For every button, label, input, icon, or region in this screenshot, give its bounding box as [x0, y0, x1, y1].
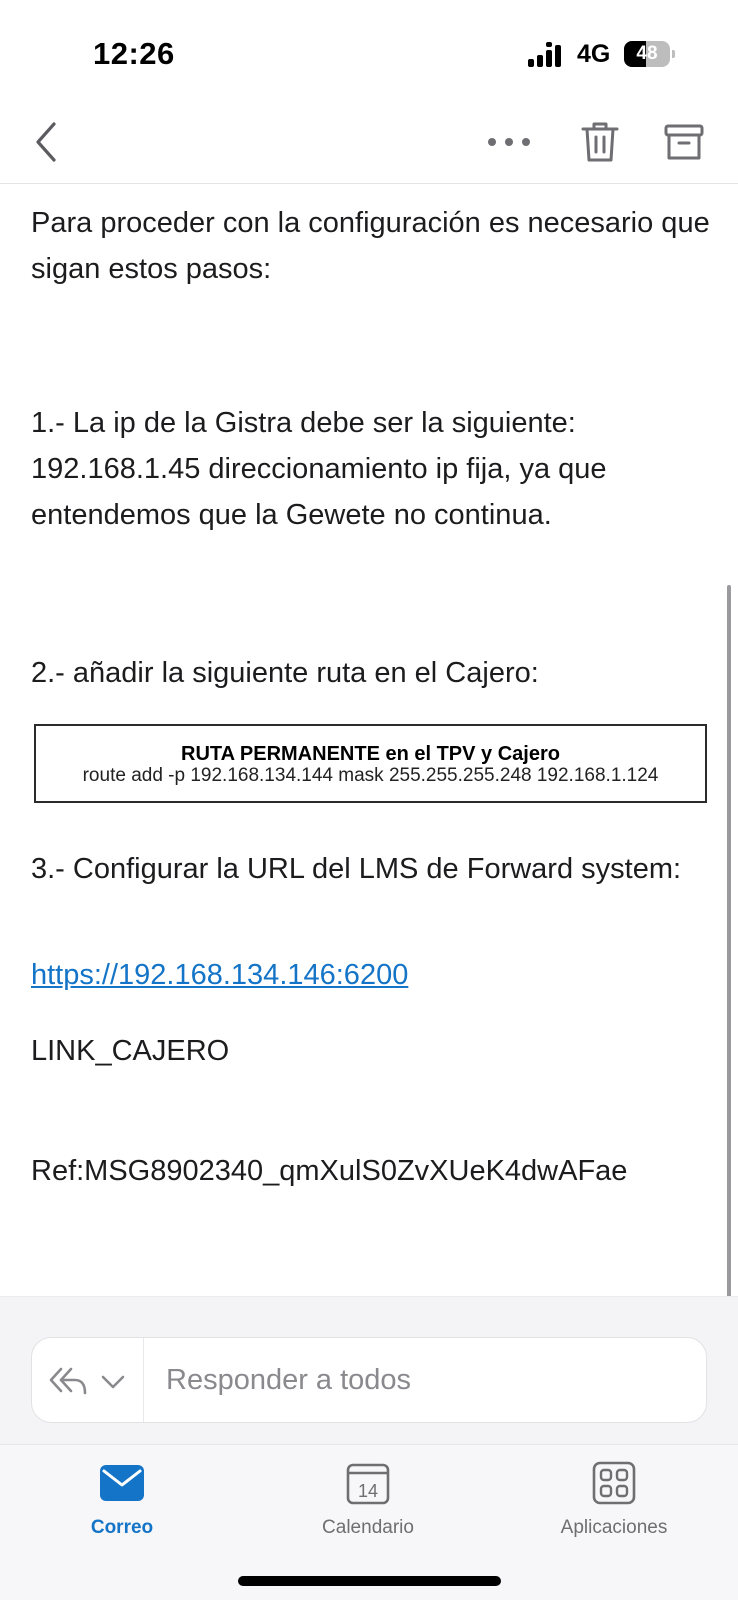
- back-button[interactable]: [30, 118, 66, 166]
- reply-box: [31, 1337, 707, 1423]
- route-box-title: RUTA PERMANENTE en el TPV y Cajero: [181, 743, 560, 765]
- battery-icon: 48: [624, 41, 675, 67]
- lms-url-link[interactable]: https://192.168.134.146:6200: [31, 952, 408, 998]
- tab-apps[interactable]: Aplicaciones: [514, 1461, 714, 1551]
- calendar-icon: 14: [346, 1463, 390, 1505]
- step-2-paragraph: 2.- añadir la siguiente ruta en el Cajer…: [31, 657, 539, 689]
- calendar-day-number: 14: [358, 1481, 378, 1501]
- tab-apps-label: Aplicaciones: [560, 1517, 668, 1538]
- scrollbar[interactable]: [727, 585, 731, 1307]
- reply-area: [0, 1296, 738, 1444]
- ellipsis-icon: [488, 138, 530, 146]
- step-3-paragraph: 3.- Configurar la URL del LMS de Forward…: [31, 853, 682, 885]
- home-indicator[interactable]: [238, 1576, 501, 1586]
- tab-mail-label: Correo: [90, 1517, 154, 1538]
- more-options-button[interactable]: [484, 124, 534, 160]
- apps-grid-icon: [592, 1461, 636, 1505]
- chevron-down-icon: [101, 1375, 125, 1389]
- tab-calendar[interactable]: 14 Calendario: [268, 1461, 468, 1551]
- chevron-left-icon: [36, 122, 56, 162]
- mail-toolbar: [0, 100, 738, 184]
- status-time: 12:26: [93, 36, 175, 71]
- reply-all-icon: [49, 1367, 87, 1395]
- tab-calendar-label: Calendario: [322, 1517, 414, 1538]
- link-token-text: LINK_CAJERO: [31, 1035, 230, 1067]
- step-1-paragraph: 1.- La ip de la Gistra debe ser la sigui…: [31, 407, 607, 531]
- route-image-box: RUTA PERMANENTE en el TPV y Cajero route…: [34, 724, 707, 803]
- cellular-signal-icon: [528, 42, 561, 67]
- intro-paragraph: Para proceder con la configuración es ne…: [31, 207, 710, 285]
- delete-button[interactable]: [578, 118, 622, 166]
- battery-percent: 48: [636, 43, 658, 64]
- network-type: 4G: [577, 40, 611, 68]
- trash-icon: [581, 122, 619, 162]
- archive-box-icon: [664, 124, 704, 160]
- tab-mail[interactable]: Correo: [22, 1461, 222, 1551]
- archive-button[interactable]: [662, 120, 706, 164]
- reply-mode-button[interactable]: [32, 1338, 144, 1422]
- status-bar: 12:26 4G 48: [0, 0, 738, 100]
- route-box-command: route add -p 192.168.134.144 mask 255.25…: [82, 765, 659, 786]
- mail-icon: [100, 1465, 144, 1501]
- reply-all-input[interactable]: [144, 1338, 706, 1422]
- reference-text: Ref:MSG8902340_qmXulS0ZvXUeK4dwAFae: [31, 1155, 628, 1187]
